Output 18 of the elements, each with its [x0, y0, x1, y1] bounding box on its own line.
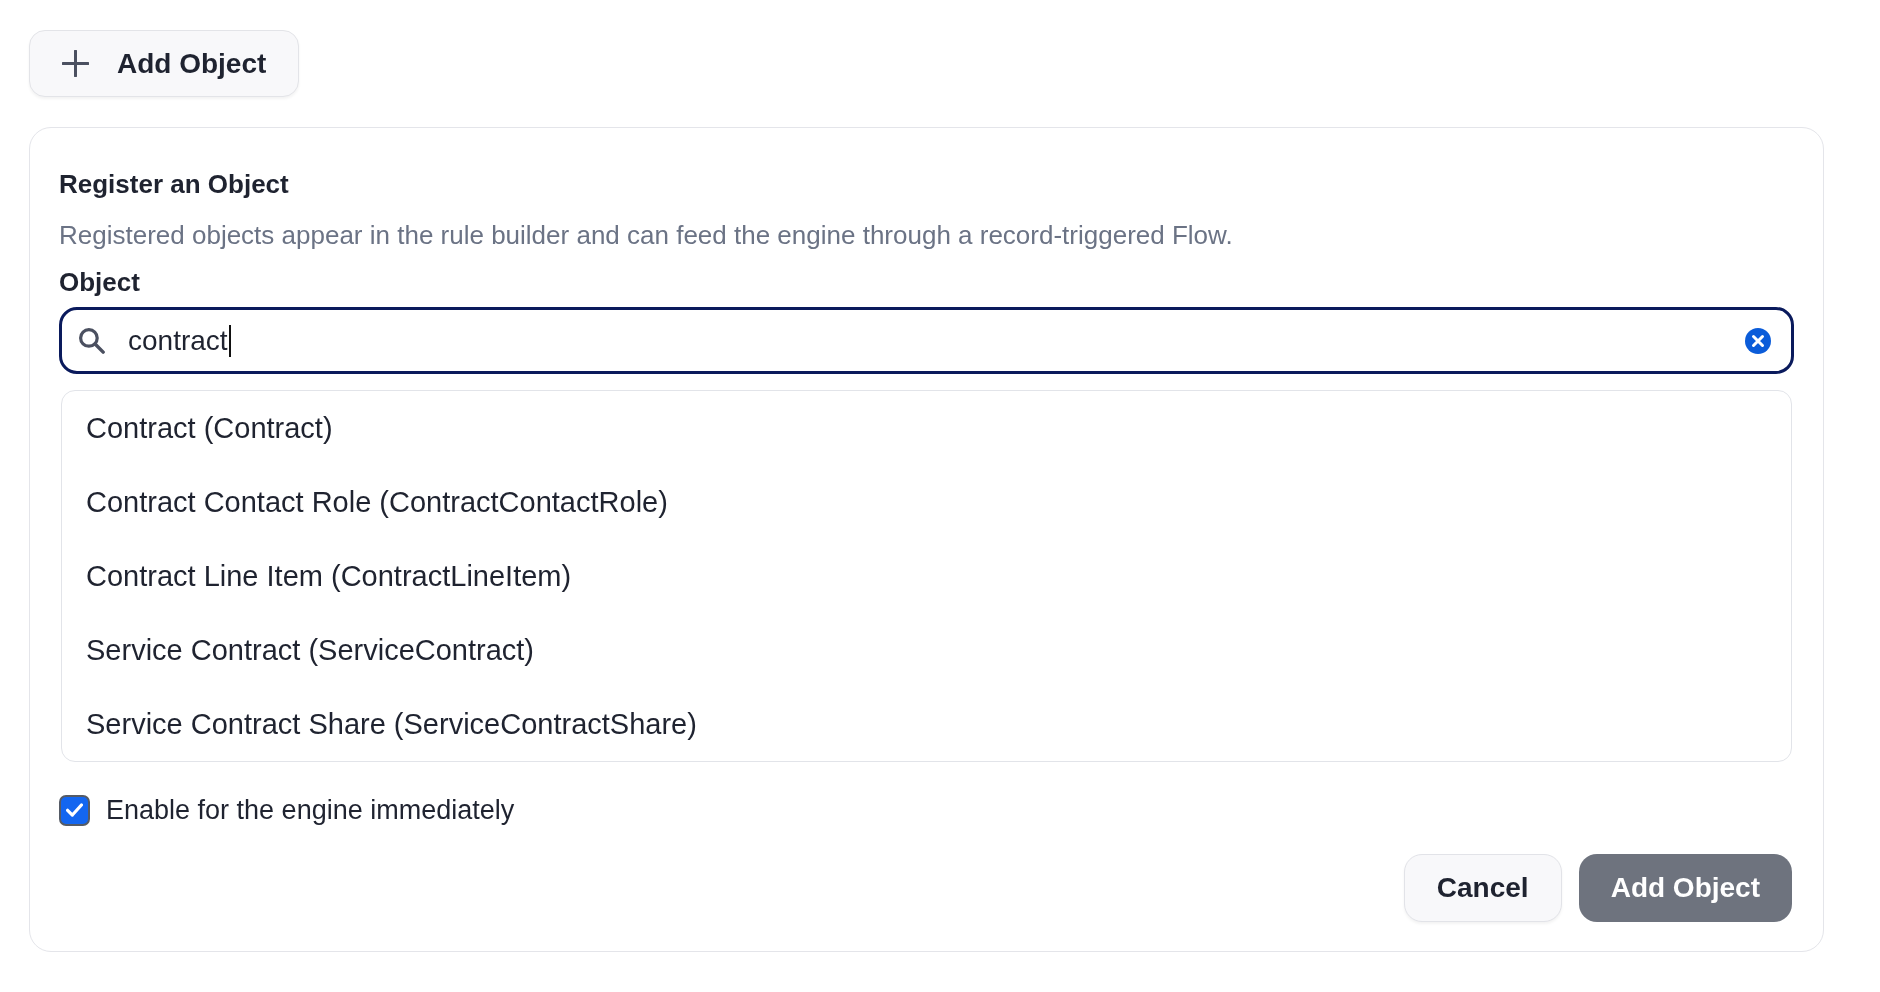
clear-icon[interactable]: [1745, 327, 1771, 354]
form-description: Registered objects appear in the rule builder and can feed the engine through a record-triggered Flow.: [59, 220, 1233, 250]
checkbox[interactable]: [59, 794, 90, 826]
cancel-button[interactable]: Cancel: [1403, 854, 1562, 922]
dropdown-option[interactable]: Contract (Contract): [62, 391, 1791, 465]
dropdown-option[interactable]: Contract Contact Role (ContractContactRole): [62, 465, 1791, 539]
dropdown-option[interactable]: Service Contract (ServiceContract): [62, 613, 1791, 687]
plus-icon: [62, 50, 89, 77]
dropdown-option[interactable]: Service Contract Share (ServiceContractShare): [62, 687, 1791, 761]
text-cursor: [228, 324, 231, 357]
checkmark-icon: [66, 803, 83, 817]
form-title: Register an Object: [59, 168, 289, 200]
field-label: Object: [59, 266, 140, 298]
dropdown-option[interactable]: Contract Line Item (ContractLineItem): [62, 539, 1791, 613]
checkbox-label: Enable for the engine immediately: [106, 794, 515, 826]
add-object-button[interactable]: Add Object: [29, 30, 300, 97]
search-field[interactable]: contract: [59, 307, 1794, 374]
search-icon: [79, 327, 105, 354]
